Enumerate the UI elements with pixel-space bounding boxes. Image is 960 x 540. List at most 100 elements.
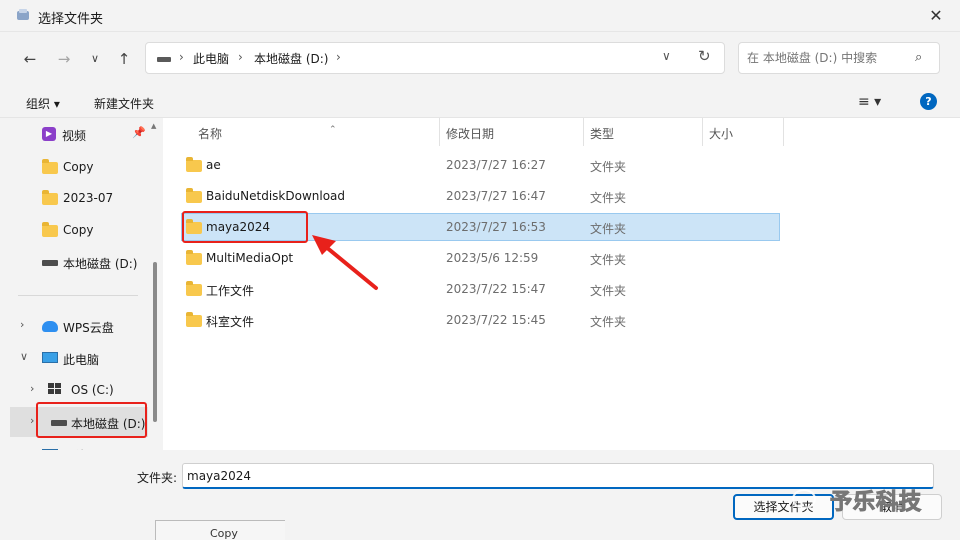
file-type: 文件夹: [590, 253, 627, 267]
view-options-icon[interactable]: ≡ ▾: [858, 94, 881, 110]
sidebar-item-label: 2023-07: [63, 191, 114, 205]
column-header-size[interactable]: 大小: [703, 118, 783, 146]
search-box[interactable]: ⌕: [738, 42, 940, 74]
column-header-name[interactable]: 名称 ⌃: [181, 118, 439, 146]
file-date: 2023/7/22 15:45: [446, 313, 546, 327]
sidebar-item-os-c[interactable]: › OS (C:): [10, 375, 148, 405]
sidebar-item-label: OS (C:): [71, 383, 114, 397]
column-header-label: 名称: [198, 127, 223, 141]
drive-icon: [42, 260, 58, 266]
table-row[interactable]: ae 2023/7/27 16:27 文件夹: [181, 151, 780, 179]
file-list: 名称 ⌃ 修改日期 类型 大小 ae 2023/7/27 16:27 文件夹 B…: [163, 118, 960, 450]
search-input[interactable]: [747, 49, 907, 67]
table-row[interactable]: BaiduNetdiskDownload 2023/7/27 16:47 文件夹: [181, 182, 780, 210]
sidebar-item-copy[interactable]: Copy: [10, 152, 148, 182]
breadcrumb-local-disk-d[interactable]: 本地磁盘 (D:): [254, 50, 328, 67]
pin-icon[interactable]: 📌: [132, 126, 146, 139]
file-date: 2023/7/27 16:47: [446, 189, 546, 203]
title-bar: 选择文件夹 ✕: [0, 0, 960, 32]
command-bar: 组织 ▾ 新建文件夹 ≡ ▾ ?: [0, 86, 960, 118]
file-name: BaiduNetdiskDownload: [206, 189, 346, 203]
file-type: 文件夹: [590, 160, 627, 174]
background-window-label: Copy: [210, 527, 238, 540]
file-type: 文件夹: [590, 284, 627, 298]
column-header-date[interactable]: 修改日期: [440, 118, 583, 146]
expand-chevron-icon[interactable]: ›: [30, 382, 34, 395]
annotation-highlight-local-disk: [36, 402, 147, 438]
expand-chevron-icon[interactable]: ›: [30, 414, 34, 427]
sidebar-item-label: Copy: [63, 160, 94, 174]
sidebar-item-label: 视频: [62, 129, 87, 143]
folder-icon: [186, 188, 202, 203]
folder-icon: [186, 250, 202, 265]
forward-arrow-icon[interactable]: →: [54, 49, 74, 69]
organize-menu-button[interactable]: 组织 ▾: [26, 95, 60, 112]
back-arrow-icon[interactable]: ←: [20, 49, 40, 69]
folder-icon: [186, 157, 202, 172]
sidebar-item-network[interactable]: › 网络: [10, 439, 148, 450]
scroll-up-arrow-icon[interactable]: ▲: [151, 122, 156, 130]
collapse-chevron-icon[interactable]: ∨: [20, 350, 28, 363]
column-divider[interactable]: [783, 118, 784, 146]
folder-icon: [186, 312, 202, 327]
close-icon[interactable]: ✕: [922, 4, 950, 28]
folder-icon: [186, 281, 202, 296]
breadcrumb-separator-icon[interactable]: ›: [238, 50, 243, 64]
up-arrow-icon[interactable]: ↑: [114, 49, 134, 69]
sidebar-item-videos[interactable]: ▶ 视频 📌: [10, 119, 148, 149]
pc-icon: [42, 352, 58, 363]
address-history-chevron-icon[interactable]: ∨: [662, 49, 671, 63]
watermark: 予乐科技: [790, 484, 950, 516]
navigation-bar: ← → ∨ ↑ › 此电脑 › 本地磁盘 (D:) › ∨ ↻ ⌕: [0, 32, 960, 86]
column-header-label: 修改日期: [446, 127, 495, 141]
os-drive-icon: [48, 383, 62, 395]
file-date: 2023/7/27 16:27: [446, 158, 546, 172]
sidebar-divider: [18, 295, 138, 296]
window-title: 选择文件夹: [38, 12, 104, 27]
new-folder-button[interactable]: 新建文件夹: [94, 95, 154, 112]
table-row[interactable]: MultiMediaOpt 2023/5/6 12:59 文件夹: [181, 244, 780, 272]
sidebar-item-local-disk-d-quick[interactable]: 本地磁盘 (D:): [10, 247, 148, 277]
refresh-icon[interactable]: ↻: [698, 47, 711, 65]
breadcrumb-this-pc[interactable]: 此电脑: [193, 50, 229, 67]
help-icon[interactable]: ?: [920, 93, 937, 110]
file-date: 2023/7/22 15:47: [446, 282, 546, 296]
sort-ascending-icon: ⌃: [329, 125, 337, 135]
file-type: 文件夹: [590, 222, 627, 236]
file-type: 文件夹: [590, 315, 627, 329]
table-row[interactable]: 科室文件 2023/7/22 15:45 文件夹: [181, 306, 780, 334]
file-type: 文件夹: [590, 191, 627, 205]
sidebar-item-this-pc[interactable]: ∨ 此电脑: [10, 343, 148, 373]
dialog-app-icon: [17, 9, 29, 20]
folder-icon: [42, 222, 58, 237]
wechat-logo-icon: [792, 489, 816, 509]
search-icon[interactable]: ⌕: [915, 50, 922, 65]
file-date: 2023/7/27 16:53: [446, 220, 546, 234]
file-name: MultiMediaOpt: [206, 251, 294, 265]
drive-icon: [157, 57, 171, 62]
column-header-label: 类型: [590, 127, 615, 141]
table-row[interactable]: 工作文件 2023/7/22 15:47 文件夹: [181, 275, 780, 303]
cloud-icon: [42, 321, 58, 332]
sidebar-item-label: 此电脑: [63, 353, 100, 367]
address-bar[interactable]: › 此电脑 › 本地磁盘 (D:) › ∨ ↻: [145, 42, 725, 74]
video-icon: ▶: [42, 127, 56, 141]
folder-icon: [42, 190, 58, 205]
file-name: ae: [206, 158, 221, 172]
breadcrumb-separator-icon[interactable]: ›: [179, 50, 184, 64]
breadcrumb-separator-icon[interactable]: ›: [336, 50, 341, 64]
column-header-type[interactable]: 类型: [584, 118, 702, 146]
sidebar-item-wps-cloud[interactable]: › WPS云盘: [10, 311, 148, 341]
recent-locations-chevron-icon[interactable]: ∨: [85, 49, 105, 69]
folder-icon: [42, 159, 58, 174]
file-name: 工作文件: [206, 284, 255, 298]
folder-label: 文件夹:: [137, 471, 178, 485]
sidebar-item-copy-2[interactable]: Copy: [10, 215, 148, 245]
expand-chevron-icon[interactable]: ›: [20, 318, 24, 331]
watermark-text: 予乐科技: [829, 490, 923, 516]
sidebar-item-2023-07[interactable]: 2023-07: [10, 183, 148, 213]
column-header-label: 大小: [709, 127, 734, 141]
sidebar-item-label: 本地磁盘 (D:): [63, 257, 138, 271]
file-date: 2023/5/6 12:59: [446, 251, 539, 265]
sidebar-scroll-thumb[interactable]: [153, 262, 157, 422]
